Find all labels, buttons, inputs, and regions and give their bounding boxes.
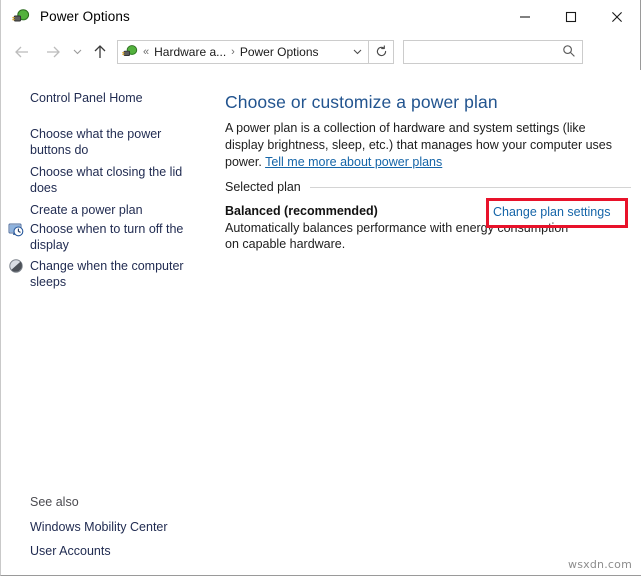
maximize-button[interactable] bbox=[548, 0, 594, 33]
sidebar-item-label: Choose what the power buttons do bbox=[30, 127, 162, 157]
watermark: wsxdn.com bbox=[568, 558, 632, 571]
selected-plan-label: Selected plan bbox=[225, 180, 301, 194]
sidebar-item-label: Choose when to turn off the display bbox=[30, 222, 184, 252]
see-also-item-user-accounts[interactable]: User Accounts bbox=[30, 543, 210, 559]
sidebar-item-turn-off-display[interactable]: Choose when to turn off the display bbox=[30, 221, 198, 253]
sidebar-item-label: Control Panel Home bbox=[30, 91, 143, 105]
window-title: Power Options bbox=[40, 9, 130, 24]
navigation-bar: « Hardware a... › Power Options bbox=[1, 33, 640, 70]
sidebar-item-control-panel-home[interactable]: Control Panel Home bbox=[30, 90, 205, 106]
breadcrumb-item-hardware[interactable]: Hardware a... bbox=[154, 45, 226, 59]
main-content: Choose or customize a power plan A power… bbox=[216, 70, 641, 575]
search-icon[interactable] bbox=[562, 44, 576, 63]
sidebar-item-create-power-plan[interactable]: Create a power plan bbox=[30, 202, 200, 218]
see-also-item-windows-mobility-center[interactable]: Windows Mobility Center bbox=[30, 519, 210, 535]
breadcrumb-separator-icon: › bbox=[231, 45, 235, 58]
address-bar[interactable]: « Hardware a... › Power Options bbox=[117, 39, 369, 64]
plan-name: Balanced (recommended) bbox=[225, 204, 378, 218]
power-options-window: Power Options « Hardware a... › Power Op… bbox=[0, 0, 641, 576]
power-plug-icon bbox=[122, 44, 138, 60]
minimize-button[interactable] bbox=[502, 0, 548, 33]
back-button[interactable] bbox=[6, 37, 38, 67]
window-controls bbox=[502, 0, 640, 33]
breadcrumb-overflow-icon[interactable]: « bbox=[138, 46, 154, 58]
page-title: Choose or customize a power plan bbox=[225, 92, 498, 112]
sidebar: Control Panel Home Choose what the power… bbox=[2, 70, 216, 575]
sidebar-item-label: Create a power plan bbox=[30, 203, 143, 217]
section-divider bbox=[309, 186, 631, 188]
sidebar-item-label: Choose what closing the lid does bbox=[30, 165, 183, 195]
sidebar-item-closing-lid[interactable]: Choose what closing the lid does bbox=[30, 164, 190, 196]
search-box[interactable] bbox=[403, 39, 583, 64]
recent-locations-chevron-down-icon[interactable] bbox=[68, 37, 86, 67]
power-plug-icon bbox=[12, 8, 30, 26]
see-also-heading: See also bbox=[30, 495, 79, 509]
tell-me-more-link[interactable]: Tell me more about power plans bbox=[265, 155, 442, 169]
title-bar: Power Options bbox=[1, 0, 640, 33]
search-input[interactable] bbox=[410, 41, 562, 62]
see-also-item-label: User Accounts bbox=[30, 544, 111, 558]
sidebar-item-computer-sleeps[interactable]: Change when the computer sleeps bbox=[30, 258, 200, 290]
up-button[interactable] bbox=[86, 37, 114, 67]
breadcrumb-chevron-down-icon[interactable] bbox=[346, 41, 368, 63]
moon-sleep-icon bbox=[8, 258, 24, 274]
refresh-button[interactable] bbox=[369, 39, 394, 64]
breadcrumb-item-power-options[interactable]: Power Options bbox=[240, 45, 319, 59]
display-clock-icon bbox=[8, 222, 24, 238]
plan-description: Automatically balances performance with … bbox=[225, 221, 569, 251]
selected-plan-section-header: Selected plan bbox=[225, 180, 631, 194]
forward-button[interactable] bbox=[38, 37, 68, 67]
intro-paragraph: A power plan is a collection of hardware… bbox=[225, 120, 625, 171]
see-also-item-label: Windows Mobility Center bbox=[30, 520, 168, 534]
sidebar-item-label: Change when the computer sleeps bbox=[30, 259, 184, 289]
close-button[interactable] bbox=[594, 0, 640, 33]
change-plan-settings-link[interactable]: Change plan settings bbox=[493, 205, 610, 219]
sidebar-item-power-buttons[interactable]: Choose what the power buttons do bbox=[30, 126, 175, 158]
